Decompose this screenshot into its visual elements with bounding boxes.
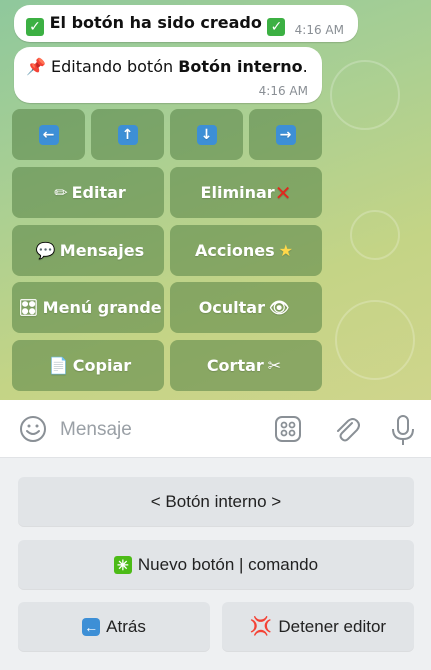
pushpin-icon: 📌 xyxy=(26,57,46,76)
button-label: Atrás xyxy=(106,616,146,636)
left-arrow-icon: ← xyxy=(38,124,59,145)
button-label: Eliminar xyxy=(200,183,275,202)
check-mark-button-icon: ✓ xyxy=(26,18,44,36)
inline-button-copiar[interactable]: 📄 Copiar xyxy=(12,340,164,391)
message-text: 📌 Editando botón Botón interno. xyxy=(26,57,308,76)
microphone-icon[interactable] xyxy=(390,414,416,446)
message-bubble: 📌 Editando botón Botón interno. 4:16 AM xyxy=(14,47,322,103)
background-doodle xyxy=(330,60,400,130)
scissors-icon: ✂ xyxy=(267,356,282,375)
message-bubble: ✓ El botón ha sido creado ✓ 4:16 AM xyxy=(14,5,358,42)
eye-icon: 👁 xyxy=(268,298,290,317)
background-doodle xyxy=(335,300,415,380)
message-prefix: Editando botón xyxy=(51,57,179,76)
inline-button-eliminar[interactable]: Eliminar ✕ xyxy=(170,167,322,218)
speech-balloon-icon: 💬 xyxy=(35,241,56,260)
down-arrow-icon: ↓ xyxy=(196,124,217,145)
inline-button-right[interactable]: → xyxy=(249,109,322,160)
button-label: Copiar xyxy=(72,356,132,375)
control-knobs-icon: 🎛 xyxy=(18,298,39,317)
background-doodle xyxy=(350,210,400,260)
button-label: Menú grande xyxy=(42,298,162,317)
inline-button-mensajes[interactable]: 💬 Mensajes xyxy=(12,225,164,276)
bot-keyboard-icon[interactable] xyxy=(273,414,303,444)
inline-button-ocultar[interactable]: Ocultar 👁 xyxy=(170,282,322,333)
inline-button-left[interactable]: ← xyxy=(12,109,85,160)
message-bold: Botón interno xyxy=(178,57,303,76)
reply-button-atras[interactable]: ← Atrás xyxy=(18,602,210,651)
cross-mark-icon: ✕ xyxy=(274,180,292,205)
attach-icon[interactable] xyxy=(332,414,360,444)
emoji-icon[interactable] xyxy=(18,414,48,444)
button-label: Editar xyxy=(71,183,126,202)
message-text: ✓ El botón ha sido creado ✓ xyxy=(26,13,286,36)
message-timestamp: 4:16 AM xyxy=(258,84,308,98)
button-label: < Botón interno > xyxy=(150,491,282,511)
back-arrow-icon: ← xyxy=(82,617,101,636)
check-mark-button-icon: ✓ xyxy=(267,18,286,36)
inline-button-up[interactable]: ↑ xyxy=(91,109,164,160)
inline-button-acciones[interactable]: Acciones ★ xyxy=(170,225,322,276)
reply-keyboard: < Botón interno > ✳ Nuevo botón | comand… xyxy=(0,458,431,670)
inline-button-editar[interactable]: ✏ Editar xyxy=(12,167,164,218)
message-composer: Mensaje xyxy=(0,400,431,458)
button-label: Acciones xyxy=(195,241,275,260)
button-label: Ocultar xyxy=(198,298,265,317)
message-timestamp: 4:16 AM xyxy=(294,23,344,37)
pencil-icon: ✏ xyxy=(54,183,68,202)
right-arrow-icon: → xyxy=(275,124,296,145)
page-icon: 📄 xyxy=(48,356,69,375)
message-content: El botón ha sido creado xyxy=(49,13,262,32)
eight-spoked-asterisk-icon: ✳ xyxy=(113,555,132,574)
button-label: Detener editor xyxy=(278,616,387,636)
message-suffix: . xyxy=(302,57,308,76)
inline-button-down[interactable]: ↓ xyxy=(170,109,243,160)
inline-button-menu-grande[interactable]: 🎛 Menú grande xyxy=(12,282,164,333)
button-label: Mensajes xyxy=(59,241,145,260)
up-arrow-icon: ↑ xyxy=(117,124,138,145)
message-input[interactable]: Mensaje xyxy=(60,419,132,441)
chat-area: ✓ El botón ha sido creado ✓ 4:16 AM 📌 Ed… xyxy=(0,0,431,400)
reply-button-detener-editor[interactable]: 💢 Detener editor xyxy=(222,602,414,651)
inline-button-cortar[interactable]: Cortar ✂ xyxy=(170,340,322,391)
glowing-star-icon: ★ xyxy=(278,241,293,260)
button-label: Cortar xyxy=(206,356,264,375)
button-label: Nuevo botón | comando xyxy=(137,554,319,574)
reply-button-boton-interno[interactable]: < Botón interno > xyxy=(18,477,414,526)
reply-button-nuevo-boton[interactable]: ✳ Nuevo botón | comando xyxy=(18,540,414,589)
anger-symbol-icon: 💢 xyxy=(249,616,273,636)
